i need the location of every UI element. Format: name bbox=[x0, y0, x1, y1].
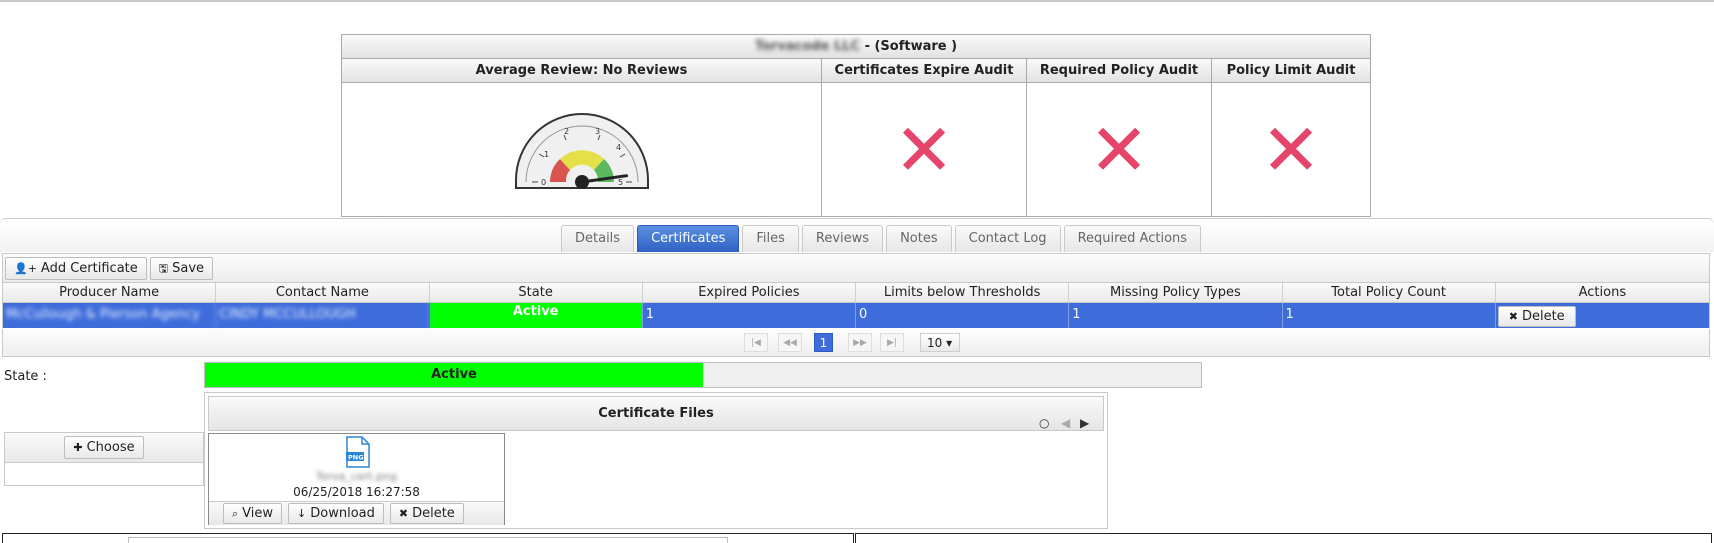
summary-title: Torvacode LLC - (Software ) bbox=[342, 35, 1370, 59]
gauge-tick-3: 3 bbox=[595, 127, 600, 136]
top-divider bbox=[0, 0, 1714, 2]
carousel-prev-icon[interactable]: ◀ bbox=[1061, 407, 1070, 440]
tab-strip: Details Certificates Files Reviews Notes… bbox=[0, 218, 1714, 252]
expired-policies-cell: 1 bbox=[643, 303, 856, 328]
average-review-column: Average Review: No Reviews 0 1 2 3 4 5 bbox=[342, 59, 822, 216]
limits-below-thresholds-cell: 0 bbox=[856, 303, 1070, 328]
required-policy-audit-column: Required Policy Audit ✕ bbox=[1027, 59, 1212, 216]
download-label: Download bbox=[310, 506, 375, 521]
column-header-missing-policy-types[interactable]: Missing Policy Types bbox=[1069, 283, 1283, 303]
missing-policy-types-cell: 1 bbox=[1069, 303, 1283, 328]
grid-toolbar: 👤+ Add Certificate 🖫 Save bbox=[2, 253, 1710, 283]
fail-x-icon: ✕ bbox=[1088, 107, 1150, 192]
actions-cell: ✖ Delete bbox=[1496, 303, 1709, 328]
file-card[interactable]: PNG Torva_cert.png 06/25/2018 16:27:58 ⌕… bbox=[208, 433, 505, 525]
save-label: Save bbox=[172, 261, 205, 276]
delete-file-label: Delete bbox=[412, 506, 455, 521]
tab-notes[interactable]: Notes bbox=[886, 225, 952, 252]
tab-certificates[interactable]: Certificates bbox=[637, 225, 740, 252]
download-arrow-icon: ↓ bbox=[297, 507, 307, 520]
certificate-files-panel: Certificate Files ○ ◀ ▶ PNG Torva_cert.p… bbox=[204, 392, 1108, 529]
state-progress-bar: Active bbox=[204, 362, 1202, 388]
required-policy-audit-header: Required Policy Audit bbox=[1027, 59, 1211, 83]
delete-file-button[interactable]: ✖ Delete bbox=[389, 503, 464, 524]
magnifier-icon: ⌕ bbox=[232, 507, 239, 520]
carousel-next-icon[interactable]: ▶ bbox=[1080, 407, 1089, 440]
column-header-state[interactable]: State bbox=[429, 283, 643, 303]
file-actions: ⌕ View ↓ Download ✖ Delete bbox=[209, 501, 504, 525]
policy-limit-audit-header: Policy Limit Audit bbox=[1212, 59, 1370, 83]
first-page-button[interactable]: |◀ bbox=[744, 333, 768, 352]
choose-file-button[interactable]: ✚ Choose bbox=[64, 436, 144, 459]
certificate-files-title: Certificate Files bbox=[598, 406, 714, 421]
column-header-producer-name[interactable]: Producer Name bbox=[3, 283, 217, 303]
tab-required-actions[interactable]: Required Actions bbox=[1063, 225, 1202, 252]
contact-name-cell: CINDY MCCULLOUGH bbox=[216, 303, 430, 328]
fail-x-icon: ✕ bbox=[893, 107, 955, 192]
view-file-button[interactable]: ⌕ View bbox=[223, 503, 283, 524]
certificate-files-header: Certificate Files ○ ◀ ▶ bbox=[208, 396, 1104, 431]
file-name: Torva_cert.png bbox=[316, 470, 397, 483]
state-label: State : bbox=[4, 369, 47, 384]
grid-pager: |◀ ◀◀ 1 ▶▶ ▶| 10 ▾ bbox=[2, 329, 1710, 357]
file-timestamp: 06/25/2018 16:27:58 bbox=[293, 485, 420, 499]
company-category: - (Software ) bbox=[860, 39, 958, 54]
certificates-grid: Producer Name Contact Name State Expired… bbox=[2, 283, 1710, 328]
indicator-dot-icon: ○ bbox=[1039, 416, 1050, 430]
tab-details[interactable]: Details bbox=[561, 225, 635, 252]
close-icon: ✖ bbox=[1508, 310, 1518, 323]
column-header-expired-policies[interactable]: Expired Policies bbox=[642, 283, 856, 303]
view-label: View bbox=[242, 506, 274, 521]
download-file-button[interactable]: ↓ Download bbox=[288, 503, 384, 524]
policy-limit-audit-column: Policy Limit Audit ✕ bbox=[1212, 59, 1370, 216]
previous-page-button[interactable]: ◀◀ bbox=[778, 333, 802, 352]
column-header-actions: Actions bbox=[1495, 283, 1709, 303]
column-header-total-policy-count[interactable]: Total Policy Count bbox=[1282, 283, 1496, 303]
table-row[interactable]: McCullough & Pierson Agency CINDY MCCULL… bbox=[3, 303, 1709, 328]
page-size-select[interactable]: 10 ▾ bbox=[920, 333, 960, 352]
column-header-contact-name[interactable]: Contact Name bbox=[216, 283, 430, 303]
tab-reviews[interactable]: Reviews bbox=[801, 225, 884, 252]
bottom-left-panel bbox=[2, 533, 854, 543]
tab-contact-log[interactable]: Contact Log bbox=[954, 225, 1061, 252]
page-number-button[interactable]: 1 bbox=[814, 333, 833, 352]
tab-files[interactable]: Files bbox=[742, 225, 799, 252]
last-page-button[interactable]: ▶| bbox=[880, 333, 904, 352]
floppy-disk-icon: 🖫 bbox=[158, 262, 169, 275]
plus-icon: ✚ bbox=[73, 441, 83, 454]
producer-name-cell: McCullough & Pierson Agency bbox=[3, 303, 217, 328]
certificates-expire-audit-header: Certificates Expire Audit bbox=[822, 59, 1026, 83]
vendor-summary-panel: Torvacode LLC - (Software ) Average Revi… bbox=[341, 34, 1371, 217]
gauge-tick-0: 0 bbox=[541, 178, 546, 187]
review-gauge-icon: 0 1 2 3 4 5 bbox=[514, 112, 649, 189]
state-badge: Active bbox=[429, 303, 643, 328]
average-review-header: Average Review: No Reviews bbox=[342, 59, 821, 83]
column-header-limits-below-thresholds[interactable]: Limits below Thresholds bbox=[856, 283, 1070, 303]
close-icon: ✖ bbox=[398, 507, 409, 520]
bottom-right-panel bbox=[855, 533, 1712, 543]
delete-label: Delete bbox=[1521, 309, 1565, 324]
add-user-icon: 👤+ bbox=[14, 262, 37, 275]
certificates-expire-audit-column: Certificates Expire Audit ✕ bbox=[822, 59, 1027, 216]
file-type-badge: PNG bbox=[348, 454, 364, 462]
company-name: Torvacode LLC bbox=[754, 39, 861, 54]
save-button[interactable]: 🖫 Save bbox=[149, 257, 214, 280]
grid-header-row: Producer Name Contact Name State Expired… bbox=[3, 283, 1709, 303]
delete-row-button[interactable]: ✖ Delete bbox=[1497, 306, 1576, 327]
next-page-button[interactable]: ▶▶ bbox=[848, 333, 872, 352]
gauge-tick-2: 2 bbox=[564, 127, 569, 136]
gauge-tick-5: 5 bbox=[618, 178, 623, 187]
fail-x-icon: ✕ bbox=[1260, 107, 1322, 192]
gauge-tick-1: 1 bbox=[544, 150, 549, 159]
png-file-icon: PNG bbox=[346, 436, 370, 468]
add-certificate-label: Add Certificate bbox=[40, 261, 138, 276]
file-upload-panel: ✚ Choose bbox=[4, 432, 204, 486]
add-certificate-button[interactable]: 👤+ Add Certificate bbox=[5, 257, 147, 280]
choose-label: Choose bbox=[86, 440, 135, 455]
state-progress-label: Active bbox=[431, 367, 477, 382]
gauge-tick-4: 4 bbox=[616, 143, 621, 152]
total-policy-count-cell: 1 bbox=[1283, 303, 1496, 328]
